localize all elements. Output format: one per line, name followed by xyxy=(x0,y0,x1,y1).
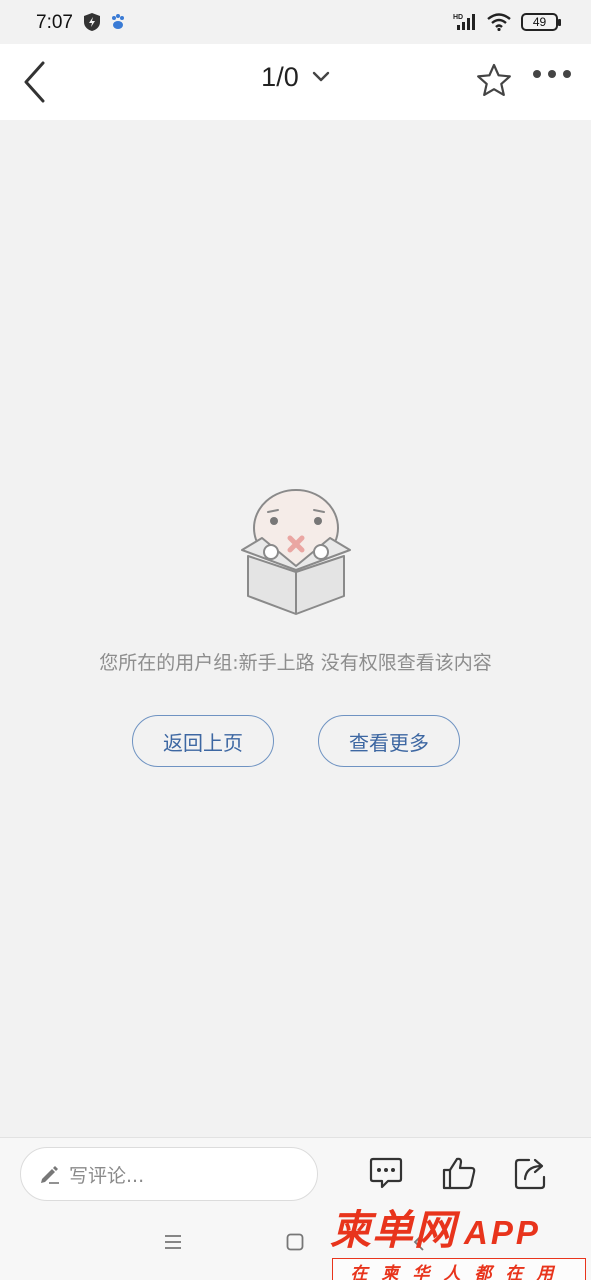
status-right-icons: HD 49 xyxy=(453,12,561,32)
share-button[interactable] xyxy=(513,1155,549,1195)
no-permission-message: 您所在的用户组:新手上路 没有权限查看该内容 xyxy=(99,652,492,674)
like-button[interactable] xyxy=(441,1155,477,1195)
square-icon xyxy=(286,1233,304,1251)
comment-placeholder: 写评论... xyxy=(69,1164,145,1187)
system-back-button[interactable] xyxy=(412,1233,426,1255)
paw-icon xyxy=(112,14,124,29)
wifi-icon xyxy=(487,13,511,31)
comments-button[interactable] xyxy=(368,1155,404,1195)
battery-level: 49 xyxy=(532,15,547,29)
chevron-left-icon xyxy=(413,1233,424,1251)
view-more-button[interactable]: 查看更多 xyxy=(318,715,460,767)
signal-icon: HD xyxy=(453,14,475,30)
comment-icon xyxy=(369,1157,403,1189)
system-navigation-bar xyxy=(0,1211,591,1280)
battery-indicator: 49 xyxy=(521,13,561,31)
more-options-button[interactable] xyxy=(533,70,571,78)
star-icon xyxy=(477,63,511,96)
home-button[interactable] xyxy=(286,1233,304,1255)
chevron-down-icon xyxy=(312,68,330,87)
status-notification-icons xyxy=(84,13,126,31)
bottom-action-bar: 写评论... xyxy=(0,1137,591,1211)
thumbs-up-icon xyxy=(442,1157,476,1190)
pencil-icon xyxy=(41,1166,59,1184)
status-bar: 7:07 HD 49 xyxy=(0,0,591,44)
favorite-button[interactable] xyxy=(476,63,512,101)
menu-icon xyxy=(165,1235,181,1249)
more-dot xyxy=(563,70,571,78)
go-back-button[interactable]: 返回上页 xyxy=(132,715,274,767)
empty-box-illustration xyxy=(241,489,351,615)
comment-input[interactable]: 写评论... xyxy=(20,1147,318,1201)
more-dots-icon xyxy=(533,70,541,78)
status-time: 7:07 xyxy=(36,12,73,33)
shield-icon xyxy=(84,13,100,31)
top-nav-bar: 1/0 xyxy=(0,44,591,120)
recent-apps-button[interactable] xyxy=(164,1233,182,1255)
hd-label: HD xyxy=(453,14,463,21)
share-icon xyxy=(514,1158,546,1190)
more-dot xyxy=(548,70,556,78)
page-indicator-text: 1/0 xyxy=(261,62,299,92)
